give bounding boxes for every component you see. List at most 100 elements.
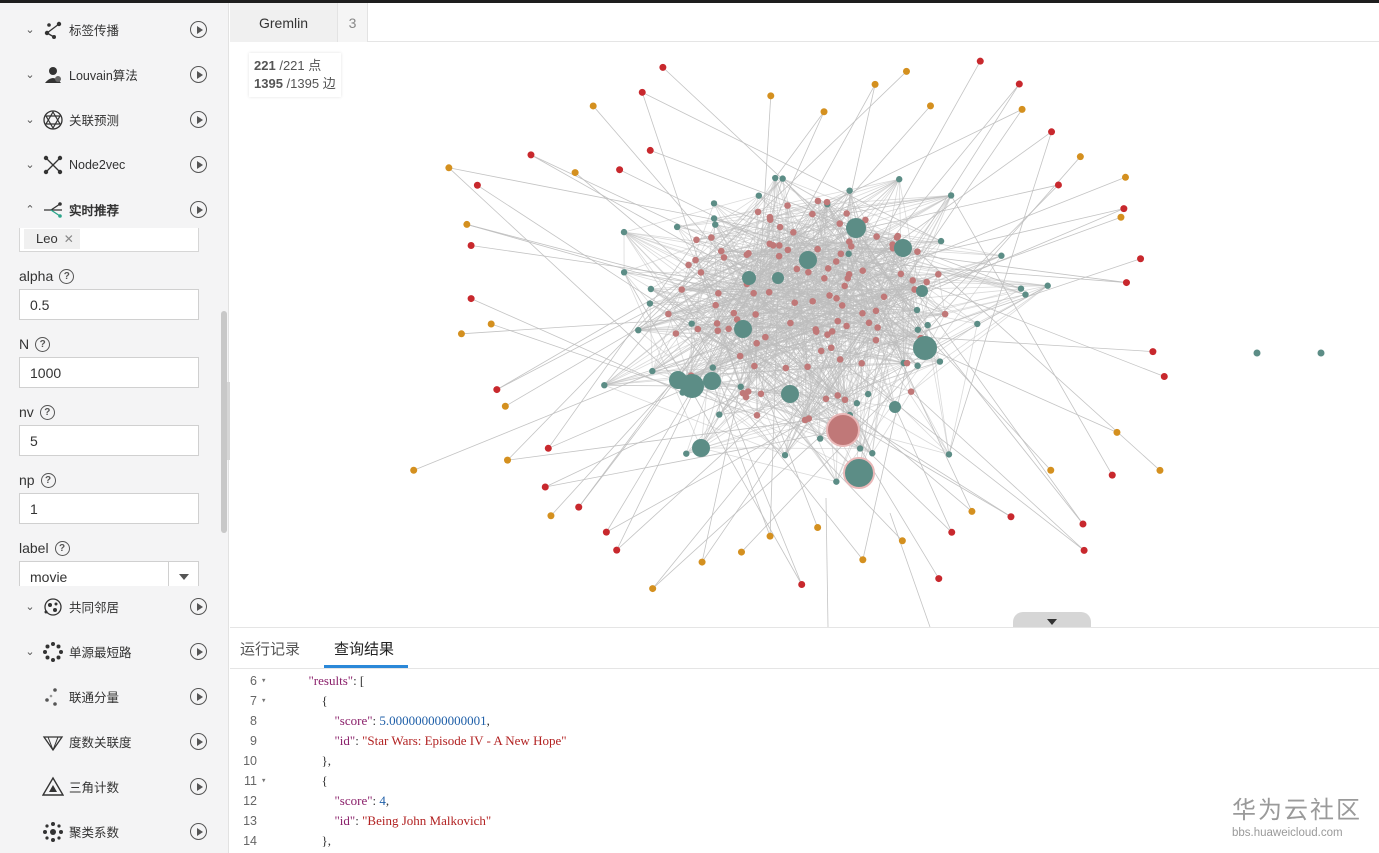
graph-vertex[interactable] [793, 265, 801, 273]
graph-vertex[interactable] [589, 102, 597, 110]
graph-vertex[interactable] [698, 558, 706, 566]
graph-vertex[interactable] [659, 63, 667, 71]
graph-vertex[interactable] [898, 537, 906, 545]
graph-vertex[interactable] [571, 169, 579, 177]
graph-vertex[interactable] [678, 286, 686, 293]
graph-vertex[interactable] [913, 306, 921, 314]
graph-vertex[interactable] [737, 548, 745, 556]
graph-vertex[interactable] [744, 388, 752, 395]
run-algorithm-button[interactable] [190, 156, 207, 173]
graph-vertex[interactable] [804, 363, 811, 371]
label-select[interactable]: movie [19, 561, 199, 586]
graph-vertex[interactable] [820, 108, 828, 116]
graph-vertex[interactable] [809, 297, 816, 305]
graph-vertex[interactable] [1018, 105, 1026, 113]
graph-vertex[interactable] [673, 223, 681, 231]
graph-canvas[interactable]: 221 /221 点 1395 /1395 边 [230, 43, 1379, 627]
graph-vertex[interactable] [827, 344, 835, 352]
graph-vertex[interactable] [575, 503, 583, 511]
fold-toggle-icon[interactable]: ▾ [261, 671, 266, 691]
chevron-down-icon[interactable]: ⌄ [24, 646, 36, 658]
graph-vertex[interactable] [1108, 471, 1116, 479]
algo-item-shortest-path[interactable]: ⌄ 单源最短路 [0, 629, 222, 674]
graph-vertex[interactable] [976, 57, 984, 65]
graph-vertex[interactable] [814, 197, 822, 205]
graph-vertex[interactable] [787, 319, 794, 327]
graph-vertex[interactable] [601, 381, 608, 389]
graph-vertex[interactable] [708, 234, 715, 241]
graph-vertex[interactable] [750, 289, 757, 297]
graph-vertex[interactable] [616, 166, 624, 174]
graph-vertex[interactable] [709, 364, 717, 371]
help-icon[interactable]: ? [40, 472, 56, 488]
graph-vertex[interactable] [620, 228, 628, 236]
graph-vertex[interactable] [872, 307, 880, 315]
n-input[interactable] [19, 357, 199, 388]
graph-vertex[interactable] [754, 208, 762, 216]
graph-vertex[interactable] [541, 483, 549, 491]
graph-vertex[interactable] [712, 301, 719, 309]
graph-vertex[interactable] [766, 213, 774, 221]
graph-vertex[interactable] [716, 411, 723, 418]
chevron-down-icon[interactable]: ⌄ [24, 24, 36, 36]
graph-vertex[interactable] [814, 245, 821, 253]
graph-vertex[interactable] [1054, 181, 1062, 189]
graph-vertex[interactable] [936, 358, 944, 365]
graph-vertex[interactable] [713, 320, 721, 327]
graph-vertex[interactable] [772, 174, 779, 182]
graph-vertex[interactable] [821, 274, 828, 282]
graph-vertex[interactable] [410, 466, 418, 474]
graph-vertex[interactable] [937, 237, 945, 245]
graph-vertex[interactable] [826, 292, 833, 299]
graph-vertex[interactable] [772, 272, 784, 284]
graph-vertex[interactable] [757, 390, 765, 398]
graph-vertex[interactable] [766, 532, 774, 540]
graph-vertex[interactable] [903, 359, 911, 367]
graph-vertex[interactable] [833, 478, 840, 485]
graph-vertex[interactable] [968, 507, 976, 515]
graph-vertex[interactable] [1079, 520, 1087, 528]
graph-vertex[interactable] [791, 299, 799, 307]
graph-vertex[interactable] [1007, 513, 1015, 521]
graph-vertex[interactable] [694, 325, 702, 333]
algo-item-common-neighbors[interactable]: ⌄ 共同邻居 [0, 584, 222, 629]
graph-vertex[interactable] [798, 580, 806, 588]
run-algorithm-button[interactable] [190, 111, 207, 128]
help-icon[interactable]: ? [54, 540, 70, 556]
graph-vertex[interactable] [948, 528, 956, 536]
algo-item-realtime-recommend[interactable]: ⌃ 实时推荐 [0, 187, 222, 232]
np-input[interactable] [19, 493, 199, 524]
graph-vertex[interactable] [998, 252, 1005, 259]
graph-vertex[interactable] [742, 271, 756, 285]
graph-vertex[interactable] [720, 254, 728, 261]
graph-vertex[interactable] [841, 282, 848, 290]
graph-vertex[interactable] [856, 445, 864, 452]
graph-vertex[interactable] [1149, 348, 1157, 356]
graph-vertex[interactable] [734, 320, 752, 338]
graph-vertex[interactable] [1120, 205, 1128, 213]
graph-vertex[interactable] [913, 336, 937, 360]
graph-vertex[interactable] [683, 450, 690, 457]
graph-vertex[interactable] [1047, 466, 1055, 474]
run-algorithm-button[interactable] [190, 688, 207, 705]
graph-vertex[interactable] [649, 367, 656, 375]
graph-vertex[interactable] [822, 395, 830, 403]
graph-vertex[interactable] [501, 402, 509, 410]
graph-vertex[interactable] [880, 293, 888, 301]
graph-vertex[interactable] [767, 92, 775, 100]
graph-vertex[interactable] [853, 400, 861, 407]
alpha-input[interactable] [19, 289, 199, 320]
graph-vertex[interactable] [725, 325, 732, 333]
graph-vertex[interactable] [457, 330, 465, 338]
algo-item-link-prediction[interactable]: ⌄ 关联预测 [0, 97, 222, 142]
graph-vertex[interactable] [784, 246, 792, 254]
graph-vertex[interactable] [894, 232, 902, 240]
graph-vertex[interactable] [544, 444, 552, 452]
algo-item-clustering-coefficient[interactable]: 聚类系数 [0, 809, 222, 853]
graph-vertex[interactable] [865, 319, 873, 327]
graph-vertex[interactable] [837, 250, 845, 258]
graph-vertex[interactable] [1017, 285, 1025, 292]
graph-vertex[interactable] [1121, 173, 1129, 181]
graph-vertex[interactable] [710, 200, 718, 207]
graph-vertex[interactable] [859, 267, 867, 275]
